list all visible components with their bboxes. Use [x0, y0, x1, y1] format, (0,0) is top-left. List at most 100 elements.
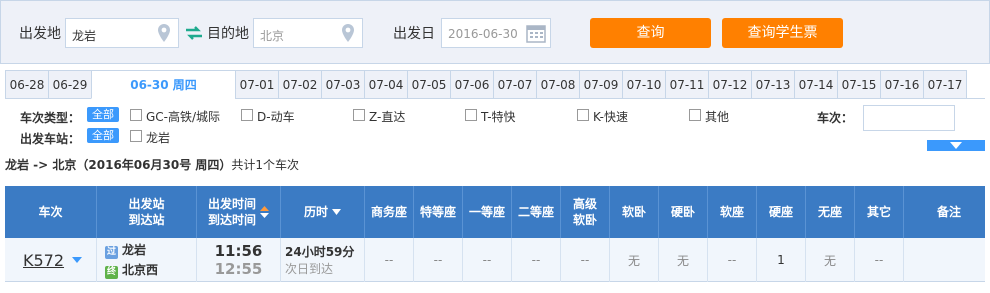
seat-cell-3: --	[512, 238, 561, 282]
terminal-badge: 终	[105, 266, 118, 279]
to-station-name: 北京西	[122, 263, 159, 277]
train-no-input[interactable]	[863, 105, 955, 131]
header-label-5: 特等座	[419, 205, 456, 219]
to-input[interactable]: 北京	[253, 18, 363, 48]
checkbox-other[interactable]	[689, 109, 701, 121]
tab-date-14[interactable]: 07-12	[708, 70, 752, 99]
arrive-day: 次日到达	[285, 262, 334, 276]
date-tabs: 06-28 06-29 06-30 周四 07-01 07-02 07-03 07-04 07…	[5, 70, 985, 99]
chevron-down-icon	[332, 209, 341, 215]
tab-date-12[interactable]: 07-10	[622, 70, 666, 99]
time-cell: 11:56 12:55	[197, 238, 281, 282]
header-label-7: 二等座	[517, 205, 554, 219]
header-label-2: 出发时间 到达时间	[207, 197, 256, 227]
seat-cell-4: --	[561, 238, 610, 282]
type-other-label: 其他	[705, 110, 730, 124]
from-station-name: 龙岩	[122, 243, 147, 257]
tab-date-3[interactable]: 07-01	[235, 70, 279, 99]
header-label-9: 软卧	[621, 205, 646, 219]
header-12: 硬座	[757, 186, 806, 238]
filter-panel: 车次类型： 全部 GC-高铁/城际 D-动车 Z-直达 T-特快 K-快速 其他…	[5, 99, 985, 151]
seat-cell-11	[904, 238, 990, 282]
tab-date-2[interactable]: 06-30 周四	[91, 70, 236, 99]
to-label: 目的地	[207, 26, 249, 42]
chevron-down-icon[interactable]	[72, 257, 83, 263]
seat-cell-8: 1	[757, 238, 806, 282]
sort-icon	[260, 206, 269, 218]
arrive-time: 12:55	[214, 260, 263, 278]
header-label-4: 商务座	[370, 205, 407, 219]
seat-cell-5: 无	[610, 238, 659, 282]
summary-count: 共计1个车次	[231, 158, 300, 172]
tab-date-17[interactable]: 07-15	[837, 70, 881, 99]
tab-date-10[interactable]: 07-08	[536, 70, 580, 99]
to-placeholder: 北京	[260, 29, 285, 43]
tab-date-13[interactable]: 07-11	[665, 70, 709, 99]
tab-date-15[interactable]: 07-13	[751, 70, 795, 99]
duration-cell: 24小时59分 次日到达	[281, 238, 365, 282]
calendar-icon[interactable]	[526, 23, 546, 43]
tab-date-16[interactable]: 07-14	[794, 70, 838, 99]
header-label-6: 一等座	[468, 205, 505, 219]
tab-date-18[interactable]: 07-16	[880, 70, 924, 99]
summary-route: 龙岩 -> 北京（2016年06月30号 周四）	[5, 158, 232, 172]
header-label-0: 车次	[38, 205, 63, 219]
checkbox-gc[interactable]	[130, 109, 142, 121]
header-9: 软卧	[610, 186, 659, 238]
seat-cell-10: --	[855, 238, 904, 282]
checkbox-t[interactable]	[465, 109, 477, 121]
swap-icon[interactable]	[185, 25, 203, 41]
header-label-13: 无座	[817, 205, 842, 219]
tab-date-19[interactable]: 07-17	[923, 70, 967, 99]
checkbox-z[interactable]	[353, 109, 365, 121]
tab-date-9[interactable]: 07-07	[493, 70, 537, 99]
train-cell: K572	[5, 238, 97, 282]
seat-cell-2: --	[463, 238, 512, 282]
type-k-label: K-快速	[593, 110, 628, 124]
from-label: 出发地	[19, 26, 61, 42]
tab-date-1[interactable]: 06-29	[48, 70, 92, 99]
tab-date-5[interactable]: 07-03	[321, 70, 365, 99]
type-gc-label: GC-高铁/城际	[146, 110, 221, 124]
train-type-all-button[interactable]: 全部	[87, 107, 119, 122]
header-5: 特等座	[414, 186, 463, 238]
date-input[interactable]: 2016-06-30	[441, 18, 551, 48]
station-label: 出发车站：	[20, 132, 81, 146]
chevron-down-icon	[950, 142, 962, 149]
checkbox-k[interactable]	[577, 109, 589, 121]
header-3[interactable]: 历时	[281, 186, 365, 238]
header-label-3: 历时	[303, 205, 328, 219]
train-number-link[interactable]: K572	[23, 251, 64, 270]
filter-collapse-toggle[interactable]	[927, 140, 985, 151]
location-pin-icon	[342, 24, 354, 42]
location-pin-icon	[158, 24, 170, 42]
header-2[interactable]: 出发时间 到达时间	[197, 186, 281, 238]
query-button[interactable]: 查询	[590, 18, 711, 48]
train-no-label: 车次：	[817, 111, 854, 125]
tab-date-11[interactable]: 07-09	[579, 70, 623, 99]
header-label-15: 备注	[936, 205, 961, 219]
seat-cell-6: 无	[659, 238, 708, 282]
checkbox-d[interactable]	[241, 109, 253, 121]
header-0: 车次	[5, 186, 97, 238]
station-cell: 过龙岩 终北京西	[97, 238, 197, 282]
from-value: 龙岩	[72, 29, 97, 43]
header-10: 硬卧	[659, 186, 708, 238]
seat-cell-1: --	[414, 238, 463, 282]
tab-date-8[interactable]: 07-06	[450, 70, 494, 99]
header-label-11: 软座	[719, 205, 744, 219]
tab-date-4[interactable]: 07-02	[278, 70, 322, 99]
tab-date-7[interactable]: 07-05	[407, 70, 451, 99]
station-all-button[interactable]: 全部	[87, 128, 119, 143]
type-d-label: D-动车	[257, 110, 295, 124]
tab-date-6[interactable]: 07-04	[364, 70, 408, 99]
header-15: 备注	[904, 186, 990, 238]
tab-date-0[interactable]: 06-28	[5, 70, 49, 99]
seat-cell-7: --	[708, 238, 757, 282]
from-input[interactable]: 龙岩	[65, 18, 179, 48]
to-station: 终北京西	[105, 261, 158, 279]
checkbox-station-longyan[interactable]	[130, 130, 142, 142]
train-type-label: 车次类型：	[20, 111, 81, 125]
station-longyan-label: 龙岩	[146, 131, 171, 145]
student-ticket-button[interactable]: 查询学生票	[722, 18, 843, 48]
